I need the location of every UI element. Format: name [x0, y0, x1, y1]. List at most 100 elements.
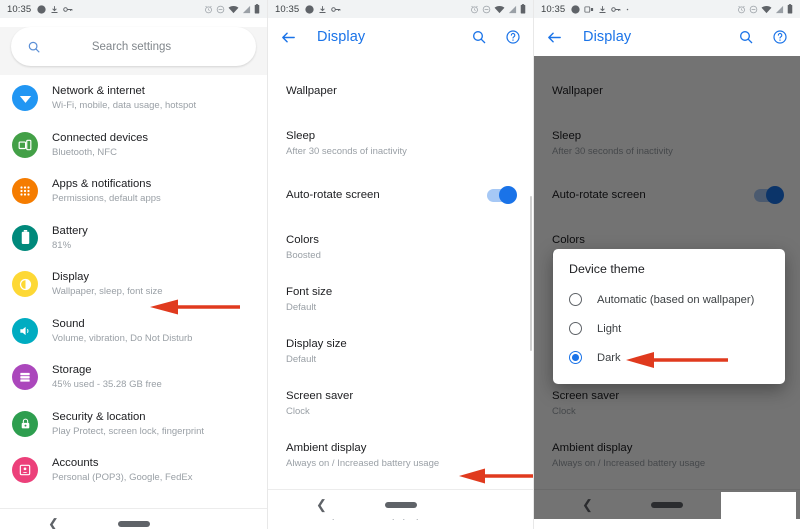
- panel-display-settings: 10:35 Display Wallpaper Sleep After 30 s…: [267, 0, 533, 529]
- status-bar-3: 10:35: [534, 0, 800, 18]
- setting-row-sleep[interactable]: Sleep After 30 seconds of inactivity: [268, 117, 533, 169]
- status-bar-2: 10:35: [268, 0, 533, 18]
- signal-icon: [242, 5, 251, 14]
- arrow-pointing-display-row: [150, 299, 240, 315]
- nav-back-icon[interactable]: ❮: [316, 498, 327, 511]
- auto-rotate-toggle[interactable]: [487, 186, 517, 204]
- settings-row-security[interactable]: Security & location Play Protect, screen…: [0, 401, 267, 448]
- home-pill[interactable]: [651, 501, 683, 508]
- arrow-back-icon[interactable]: [280, 29, 297, 46]
- search-placeholder: Search settings: [91, 40, 172, 53]
- vpn-key-icon: [63, 5, 73, 14]
- wifi-icon: [761, 5, 772, 14]
- row-subtitle: Default: [286, 301, 317, 313]
- radio-button-selected[interactable]: [569, 351, 582, 364]
- settings-row-accounts[interactable]: Accounts Personal (POP3), Google, FedEx: [0, 447, 267, 494]
- do-not-disturb-icon: [482, 5, 491, 14]
- help-icon[interactable]: [772, 29, 788, 45]
- download-icon: [318, 5, 327, 14]
- network-icon: [12, 85, 38, 112]
- battery-icon: [787, 4, 793, 14]
- settings-row-storage[interactable]: Storage 45% used - 35.28 GB free: [0, 354, 267, 401]
- navigation-bar-1: ❮: [0, 508, 267, 529]
- row-subtitle: Wallpaper, sleep, font size: [52, 286, 163, 298]
- row-title: Ambient display: [286, 441, 367, 454]
- row-title: Battery: [52, 224, 88, 237]
- vpn-key-icon: [611, 5, 621, 14]
- search-icon[interactable]: [471, 29, 487, 45]
- vertical-scrollbar[interactable]: [530, 196, 532, 351]
- download-icon: [50, 5, 59, 14]
- setting-row-ambient-display[interactable]: Ambient display Always on / Increased ba…: [534, 429, 800, 481]
- setting-row-wallpaper[interactable]: Wallpaper: [534, 65, 800, 117]
- row-subtitle: Clock: [552, 405, 576, 417]
- setting-row-screen-saver[interactable]: Screen saver Clock: [534, 377, 800, 429]
- setting-row-font-size[interactable]: Font size Default: [268, 273, 533, 325]
- dot-icon: [625, 5, 630, 14]
- row-title: Connected devices: [52, 131, 149, 144]
- settings-row-apps[interactable]: Apps & notifications Permissions, defaul…: [0, 168, 267, 215]
- settings-row-connected-devices[interactable]: Connected devices Bluetooth, NFC: [0, 122, 267, 169]
- setting-row-colors[interactable]: Colors Boosted: [268, 221, 533, 273]
- nav-back-icon[interactable]: ❮: [48, 517, 59, 529]
- display-settings-body-3: Wallpaper Sleep After 30 seconds of inac…: [534, 56, 800, 529]
- radio-button[interactable]: [569, 293, 582, 306]
- dialog-option-light[interactable]: Light: [553, 314, 785, 343]
- setting-row-display-size[interactable]: Display size Default: [268, 325, 533, 377]
- settings-row-battery[interactable]: Battery 81%: [0, 215, 267, 262]
- row-title: Apps & notifications: [52, 178, 152, 191]
- row-subtitle: 45% used - 35.28 GB free: [52, 379, 162, 391]
- row-title: Auto-rotate screen: [286, 188, 380, 201]
- row-title: Network & internet: [52, 85, 145, 98]
- row-subtitle: Bluetooth, NFC: [52, 146, 117, 158]
- navigation-bar-2: ❮: [268, 489, 533, 519]
- row-subtitle: Personal (POP3), Google, FedEx: [52, 472, 193, 484]
- row-title: Colors: [286, 233, 319, 246]
- row-subtitle: Clock: [286, 405, 310, 417]
- status-time: 10:35: [541, 3, 566, 15]
- vpn-key-icon: [331, 5, 341, 14]
- setting-row-sleep[interactable]: Sleep After 30 seconds of inactivity: [534, 117, 800, 169]
- row-subtitle: After 30 seconds of inactivity: [286, 145, 407, 157]
- setting-row-screen-saver[interactable]: Screen saver Clock: [268, 377, 533, 429]
- settings-row-network[interactable]: Network & internet Wi-Fi, mobile, data u…: [0, 75, 267, 122]
- signal-icon: [775, 5, 784, 14]
- settings-list: Network & internet Wi-Fi, mobile, data u…: [0, 75, 267, 508]
- white-overlay-block: [721, 492, 796, 529]
- search-icon[interactable]: [738, 29, 754, 45]
- wifi-icon: [228, 5, 239, 14]
- setting-row-auto-rotate[interactable]: Auto-rotate screen: [534, 169, 800, 221]
- row-title: Wallpaper: [286, 84, 337, 97]
- sound-icon: [12, 317, 38, 344]
- nav-back-icon[interactable]: ❮: [582, 498, 593, 511]
- app-bar-display-3: Display: [534, 18, 800, 56]
- search-settings-bar[interactable]: Search settings: [11, 27, 256, 66]
- arrow-pointing-dark-option: [626, 352, 728, 368]
- row-title: Font size: [286, 285, 333, 298]
- row-title: Display size: [286, 337, 347, 350]
- home-pill[interactable]: [117, 520, 150, 527]
- row-title: Sleep: [286, 129, 316, 142]
- home-pill[interactable]: [384, 501, 417, 508]
- setting-row-wallpaper[interactable]: Wallpaper: [268, 65, 533, 117]
- option-label: Automatic (based on wallpaper): [597, 293, 755, 306]
- row-title: Wallpaper: [552, 84, 603, 97]
- status-right-icons: [737, 4, 793, 14]
- page-title: Display: [583, 29, 632, 45]
- radio-button[interactable]: [569, 322, 582, 335]
- status-left-icons: [571, 4, 630, 14]
- wifi-icon: [494, 5, 505, 14]
- row-subtitle: 81%: [52, 239, 72, 251]
- setting-row-auto-rotate[interactable]: Auto-rotate screen: [268, 169, 533, 221]
- search-icon: [27, 40, 41, 54]
- accounts-icon: [12, 457, 38, 484]
- message-icon: [305, 4, 314, 14]
- row-title: Sound: [52, 317, 85, 330]
- message-icon: [37, 4, 46, 14]
- arrow-back-icon[interactable]: [546, 29, 563, 46]
- battery-icon: [520, 4, 526, 14]
- auto-rotate-toggle[interactable]: [754, 186, 784, 204]
- dialog-option-automatic[interactable]: Automatic (based on wallpaper): [553, 285, 785, 314]
- help-icon[interactable]: [505, 29, 521, 45]
- dialog-title: Device theme: [569, 262, 645, 276]
